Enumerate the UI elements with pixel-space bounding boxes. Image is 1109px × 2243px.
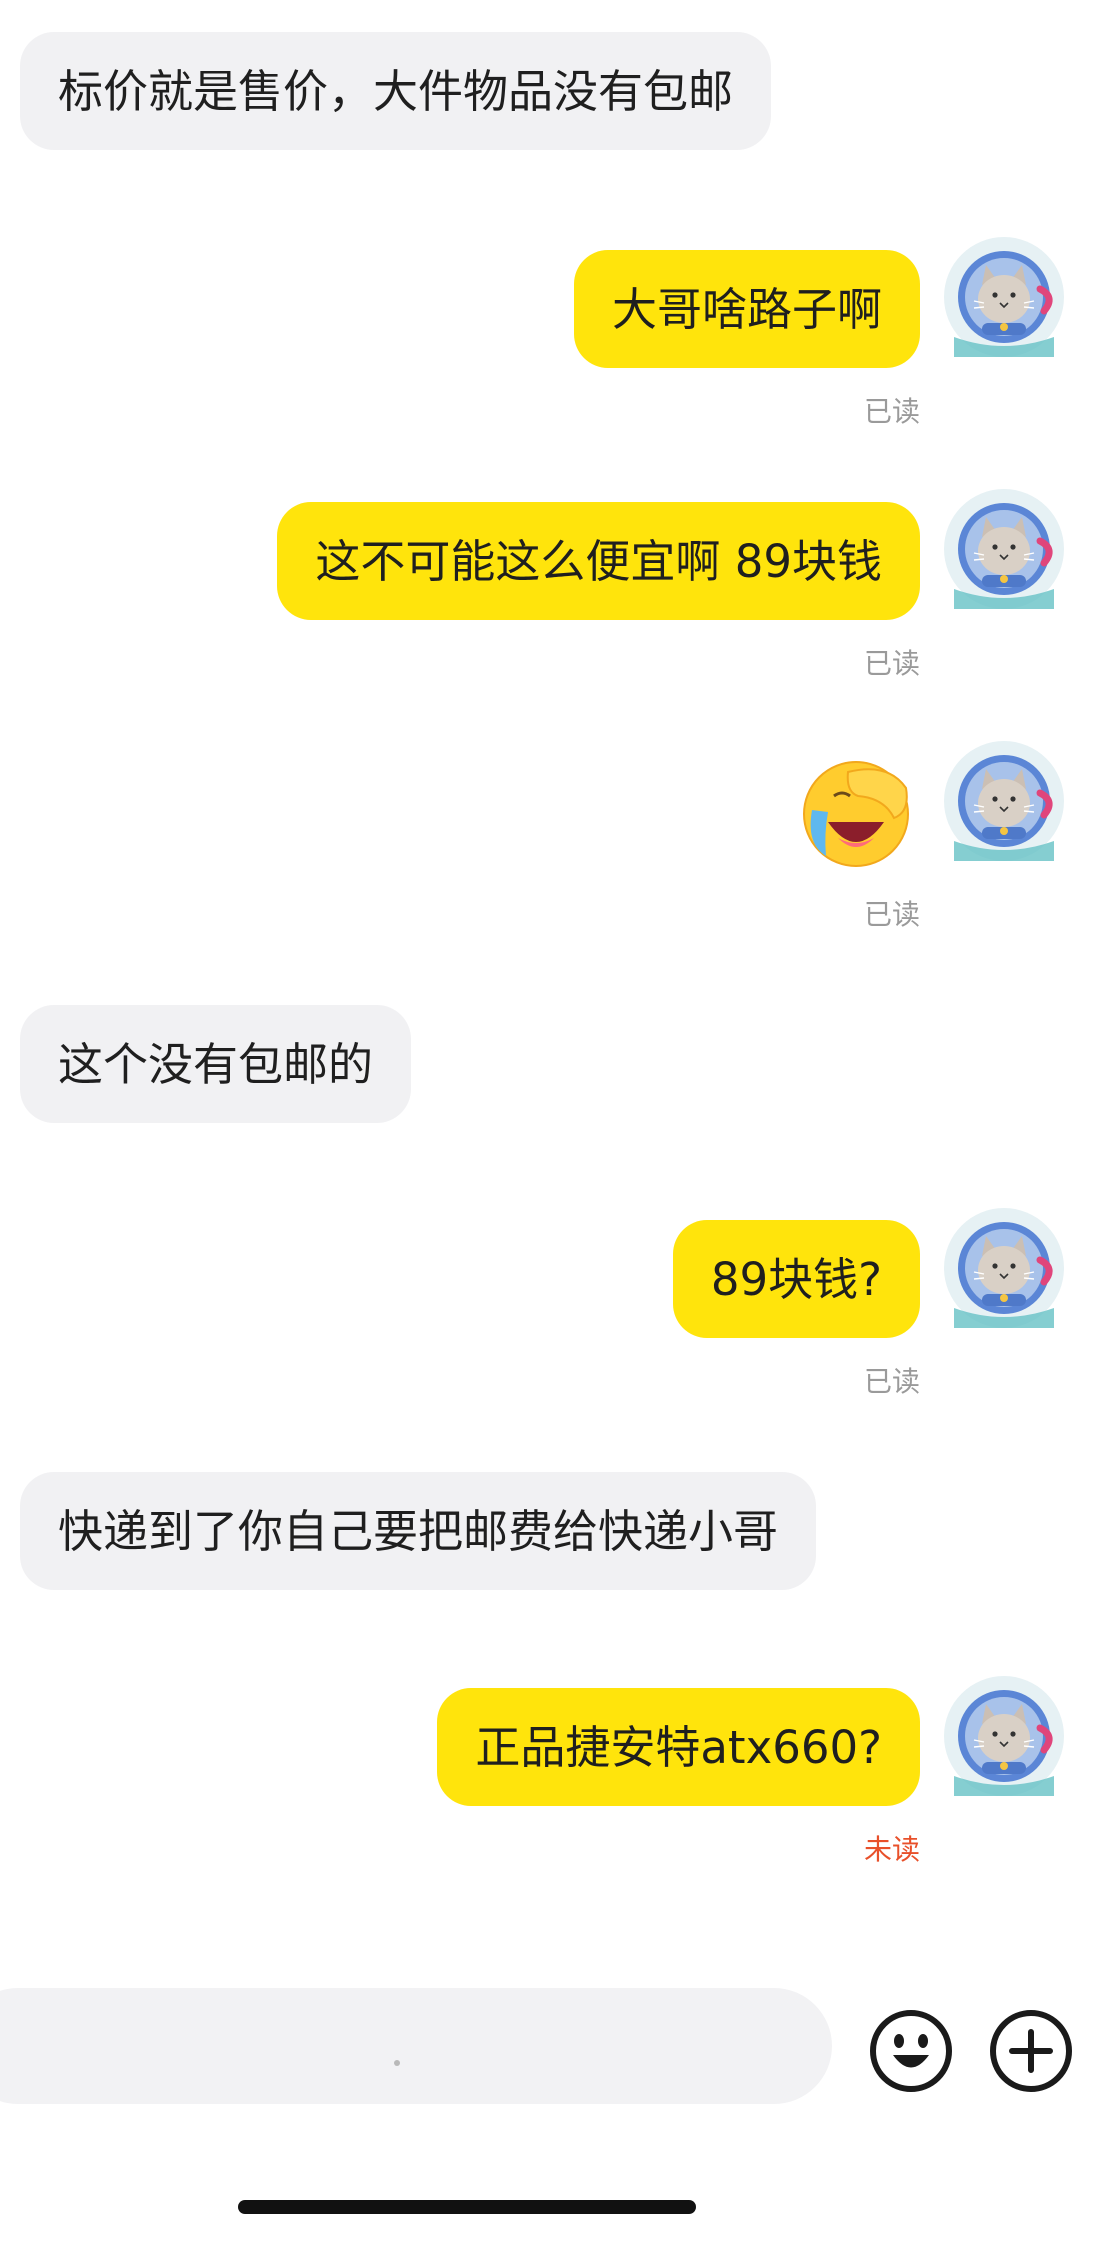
- facepalm-crying-emoji[interactable]: [798, 752, 918, 872]
- user-avatar[interactable]: [944, 237, 1064, 357]
- message-text: 大哥啥路子啊: [611, 282, 882, 336]
- incoming-message-bubble[interactable]: 这个没有包邮的: [20, 1005, 412, 1123]
- input-placeholder-dot: [394, 2060, 400, 2066]
- incoming-message-bubble[interactable]: 标价就是售价，大件物品没有包邮: [20, 32, 772, 150]
- read-status: 已读: [863, 395, 920, 428]
- message-text: 89块钱?: [710, 1252, 882, 1306]
- outgoing-message-bubble[interactable]: 89块钱?: [672, 1220, 920, 1338]
- user-avatar[interactable]: [944, 1676, 1064, 1796]
- read-status: 已读: [863, 1365, 920, 1398]
- message-text: 快递到了你自己要把邮费给快递小哥: [58, 1504, 779, 1558]
- read-status: 已读: [863, 898, 920, 931]
- user-avatar[interactable]: [944, 1208, 1064, 1328]
- outgoing-message-bubble[interactable]: 大哥啥路子啊: [573, 250, 920, 368]
- outgoing-message-bubble[interactable]: 正品捷安特atx660?: [437, 1688, 920, 1806]
- home-indicator[interactable]: [238, 2200, 696, 2214]
- message-text: 标价就是售价，大件物品没有包邮: [58, 64, 734, 118]
- incoming-message-bubble[interactable]: 快递到了你自己要把邮费给快递小哥: [20, 1472, 817, 1590]
- unread-status: 未读: [863, 1833, 920, 1866]
- outgoing-message-bubble[interactable]: 这不可能这么便宜啊 89块钱: [277, 502, 920, 620]
- plus-icon[interactable]: [988, 2008, 1074, 2094]
- user-avatar[interactable]: [944, 741, 1064, 861]
- user-avatar[interactable]: [944, 489, 1064, 609]
- message-text: 这不可能这么便宜啊 89块钱: [315, 534, 882, 588]
- read-status: 已读: [863, 647, 920, 680]
- message-text: 这个没有包邮的: [58, 1037, 374, 1091]
- message-input[interactable]: [0, 1988, 832, 2104]
- smiley-icon[interactable]: [868, 2008, 954, 2094]
- message-text: 正品捷安特atx660?: [475, 1720, 882, 1774]
